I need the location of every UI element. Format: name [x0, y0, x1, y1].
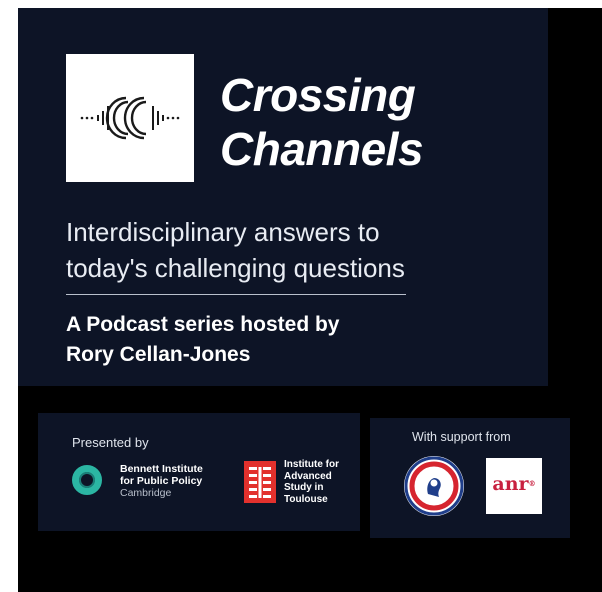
iast-institute-name: Institute for Advanced Study in Toulouse: [284, 459, 360, 505]
divider: [66, 294, 406, 295]
presented-by-panel: Presented by Bennett Institute for Publi…: [38, 413, 360, 531]
bennett-line-2: for Public Policy: [120, 475, 203, 487]
waveform-icon: [80, 96, 180, 140]
host-line-2: Rory Cellan-Jones: [66, 343, 251, 366]
iast-line-3: Study in: [284, 482, 324, 493]
bennett-line-1: Bennett Institute: [120, 463, 203, 475]
bennett-institute-name: Bennett Institute for Public Policy Camb…: [120, 463, 230, 499]
host-line-1: A Podcast series hosted by: [66, 313, 340, 336]
tagline-line-2: today's challenging questions: [66, 253, 405, 283]
tagline-line-1: Interdisciplinary answers to: [66, 217, 380, 247]
anr-label: anr: [492, 473, 529, 495]
title-line-2: Channels: [220, 123, 424, 175]
anr-logo: anr®: [486, 458, 542, 514]
tagline: Interdisciplinary answers to today's cha…: [66, 214, 526, 286]
iast-line-2: Advanced: [284, 470, 332, 482]
hero-panel: Crossing Channels Interdisciplinary answ…: [18, 8, 548, 386]
iast-line-1: Institute for: [284, 459, 339, 470]
podcast-title: Crossing Channels: [220, 68, 540, 176]
podcast-logo: [66, 54, 194, 182]
support-label: With support from: [412, 430, 511, 444]
iast-line-4: Toulouse: [284, 493, 328, 505]
bennett-line-3: Cambridge: [120, 487, 172, 499]
iast-logo-icon: [244, 461, 276, 503]
support-panel: With support from anr®: [370, 418, 570, 538]
bennett-logo-icon: [72, 465, 102, 495]
host-credit: A Podcast series hosted by Rory Cellan-J…: [66, 310, 486, 370]
anr-wordmark: anr®: [492, 473, 536, 495]
title-line-1: Crossing: [220, 69, 416, 121]
presented-by-label: Presented by: [72, 435, 149, 450]
investir-avenir-seal-icon: [404, 456, 464, 516]
